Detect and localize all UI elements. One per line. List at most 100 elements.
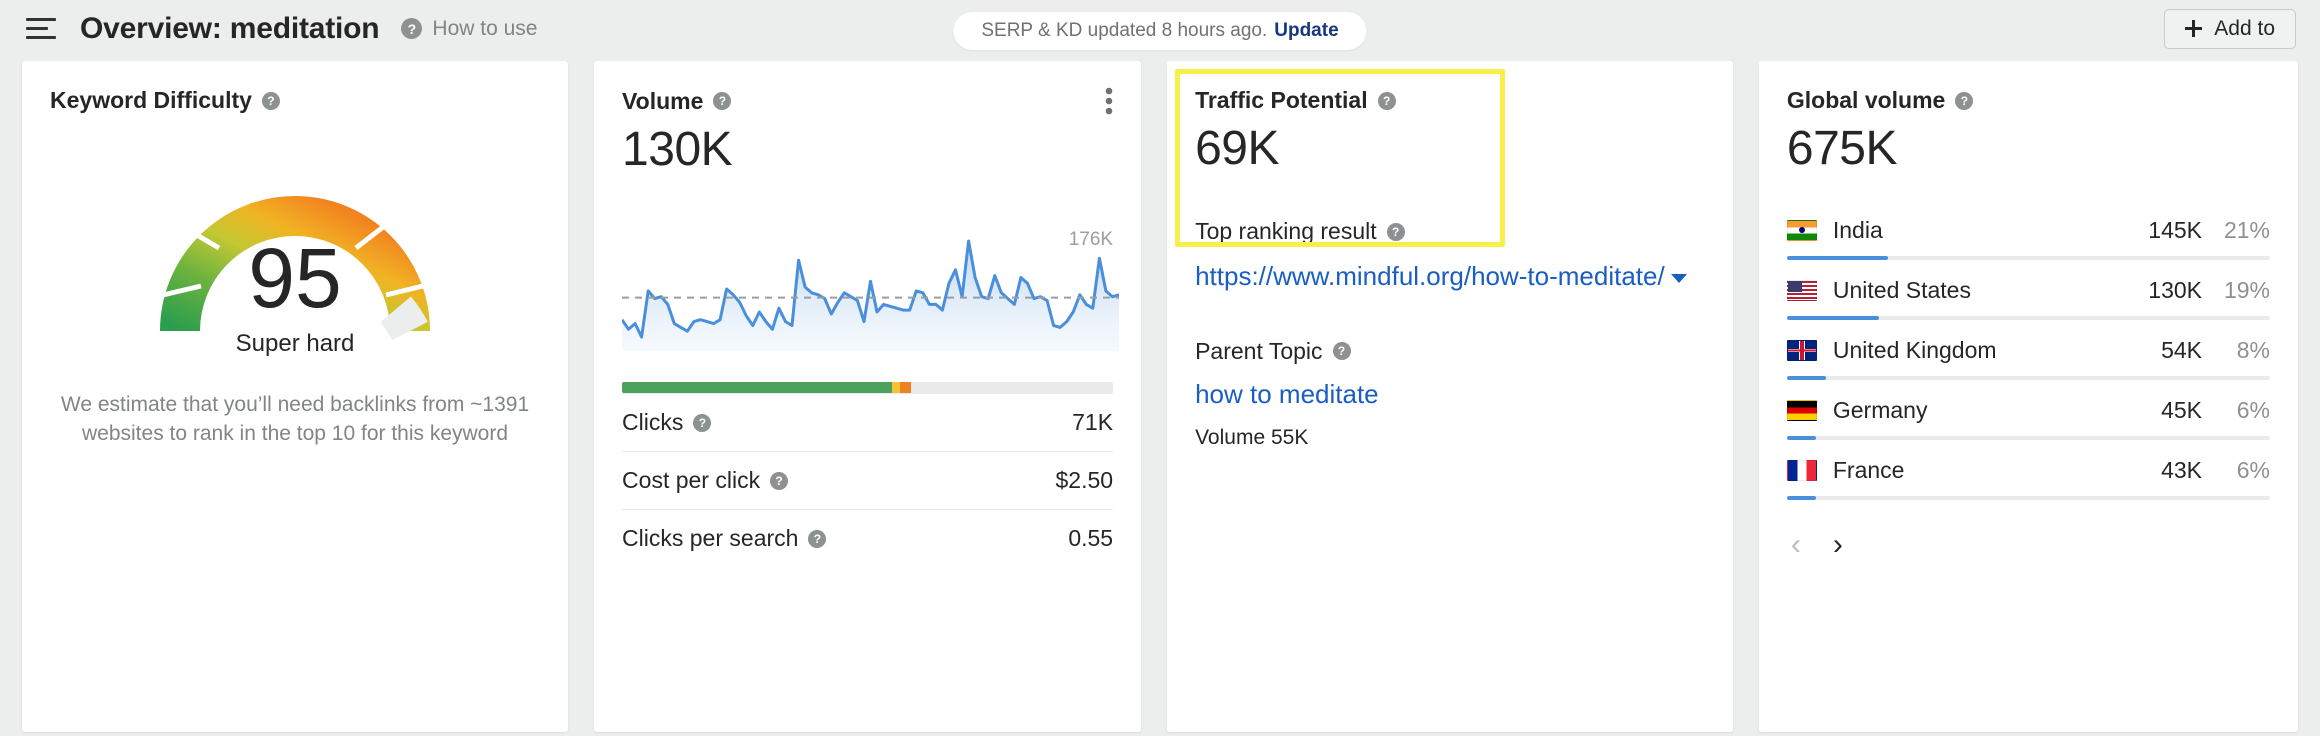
country-bar-track [1786, 256, 2270, 261]
top-ranking-result-url: https://www.mindful.org/how-to-meditate/ [1195, 261, 1665, 292]
parent-topic-link[interactable]: how to meditate [1195, 379, 1705, 410]
kebab-menu-icon[interactable] [1105, 87, 1113, 115]
top-ranking-result-label: Top ranking result [1195, 218, 1377, 245]
keyword-difficulty-gauge: 95 Super hard [50, 140, 540, 358]
country-bar-fill [1786, 256, 1889, 261]
country-name: United Kingdom [1832, 336, 1997, 363]
traffic-potential-label: Traffic Potential [1195, 87, 1368, 113]
list-item[interactable]: India 145K 21% [1786, 210, 2270, 270]
help-icon[interactable]: ? [693, 413, 712, 432]
metric-value: 71K [1072, 409, 1114, 436]
list-item[interactable]: Germany 45K 6% [1786, 390, 2270, 450]
metrics-card-row: Keyword Difficulty ? 95 Super hard We es… [0, 57, 2320, 732]
app-header: Overview: meditation ? How to use SERP &… [0, 0, 2320, 57]
list-item[interactable]: France 43K 6% [1786, 450, 2270, 510]
flag-icon-india [1786, 219, 1817, 241]
flag-icon-france [1786, 459, 1817, 481]
volume-sparkline-chart [620, 233, 1120, 356]
how-to-use-link[interactable]: ? How to use [401, 17, 537, 41]
country-volume: 54K [2161, 336, 2202, 363]
country-bar-fill [1786, 376, 1826, 381]
volume-label: Volume [622, 87, 704, 114]
keyword-difficulty-note: We estimate that you’ll need backlinks f… [60, 393, 530, 445]
list-item[interactable]: United Kingdom 54K 8% [1786, 330, 2270, 390]
top-ranking-result-link[interactable]: https://www.mindful.org/how-to-meditate/ [1195, 259, 1705, 293]
flag-icon-germany [1786, 399, 1817, 421]
metric-label: Clicks per search [622, 525, 799, 552]
chevron-right-icon[interactable]: › [1833, 530, 1843, 560]
clicks-bar-yellow [892, 382, 900, 394]
country-volume: 145K [2148, 216, 2202, 243]
country-bar-track [1786, 496, 2270, 501]
metric-label: Clicks [622, 409, 684, 436]
country-percent: 6% [2236, 396, 2270, 423]
global-volume-label: Global volume [1786, 87, 1946, 113]
country-percent: 6% [2236, 456, 2270, 483]
help-icon[interactable]: ? [713, 92, 732, 110]
volume-title: Volume ? [622, 87, 1113, 115]
help-icon[interactable]: ? [261, 91, 280, 110]
country-percent: 19% [2223, 276, 2270, 303]
traffic-potential-card: Traffic Potential ? 69K Top ranking resu… [1167, 61, 1733, 732]
country-name: France [1832, 456, 1905, 483]
metric-value: $2.50 [1055, 467, 1114, 494]
chevron-down-icon[interactable] [1670, 274, 1687, 284]
country-percent: 8% [2236, 336, 2270, 363]
keyword-difficulty-score: 95 [248, 231, 342, 325]
how-to-use-label: How to use [432, 16, 538, 40]
parent-topic-label-row: Parent Topic ? [1195, 338, 1705, 365]
country-bar-track [1786, 436, 2270, 441]
top-ranking-result-label-row: Top ranking result ? [1195, 218, 1705, 245]
serp-update-text: SERP & KD updated 8 hours ago. [981, 20, 1268, 41]
hamburger-menu-icon[interactable] [26, 17, 56, 41]
volume-peak-label: 176K [1068, 229, 1114, 250]
country-percent: 21% [2223, 216, 2270, 243]
global-volume-card: Global volume ? 675K India 145K 21% Unit [1758, 61, 2298, 732]
country-bar-track [1786, 316, 2270, 321]
page-title: Overview: meditation [80, 11, 380, 45]
metric-row: Cost per click ? $2.50 [622, 451, 1114, 509]
flag-icon-united-states [1786, 279, 1817, 301]
traffic-potential-title: Traffic Potential ? [1195, 87, 1705, 114]
add-to-button[interactable]: Add to [2164, 8, 2296, 49]
gauge-readout: 95 Super hard [50, 236, 540, 358]
help-icon[interactable]: ? [1332, 342, 1351, 361]
clicks-bar-orange [899, 382, 911, 394]
help-icon[interactable]: ? [401, 18, 423, 39]
clicks-split-bar [622, 382, 1114, 394]
help-icon[interactable]: ? [1377, 91, 1396, 110]
serp-update-button[interactable]: Update [1274, 20, 1338, 42]
add-to-label: Add to [2214, 16, 2275, 40]
keyword-difficulty-card: Keyword Difficulty ? 95 Super hard We es… [22, 61, 569, 732]
country-volume: 45K [2161, 396, 2202, 423]
global-volume-value: 675K [1786, 122, 1898, 175]
volume-card: Volume ? 130K 176K Clicks ? 71K Cost per… [594, 61, 1142, 732]
clicks-bar-green [622, 382, 893, 394]
global-volume-title: Global volume ? [1787, 87, 2270, 114]
country-name: India [1832, 216, 1883, 243]
help-icon[interactable]: ? [1386, 222, 1405, 241]
keyword-difficulty-label: Keyword Difficulty [50, 87, 252, 113]
chevron-left-icon[interactable]: ‹ [1791, 530, 1801, 560]
keyword-difficulty-title: Keyword Difficulty ? [50, 87, 540, 114]
list-item[interactable]: United States 130K 19% [1786, 270, 2270, 330]
parent-topic-label: Parent Topic [1195, 337, 1323, 364]
plus-icon [2185, 20, 2203, 37]
serp-update-banner: SERP & KD updated 8 hours ago. Update [953, 12, 1367, 50]
country-name: Germany [1832, 396, 1928, 423]
help-icon[interactable]: ? [770, 471, 789, 490]
metric-value: 0.55 [1068, 525, 1114, 552]
parent-topic-volume: Volume 55K [1195, 425, 1309, 449]
country-name: United States [1832, 276, 1971, 303]
country-bar-fill [1786, 316, 1879, 321]
traffic-potential-value: 69K [1195, 122, 1279, 175]
help-icon[interactable]: ? [1955, 91, 1974, 110]
metric-label: Cost per click [622, 467, 761, 494]
help-icon[interactable]: ? [808, 529, 827, 548]
keyword-difficulty-score-label: Super hard [235, 330, 355, 357]
sparkline-svg [620, 239, 1120, 352]
country-bar-track [1786, 376, 2270, 381]
country-list: India 145K 21% United States 130K 19% Un… [1786, 210, 2270, 510]
metric-row: Clicks per search ? 0.55 [622, 509, 1114, 567]
country-bar-fill [1786, 436, 1816, 441]
